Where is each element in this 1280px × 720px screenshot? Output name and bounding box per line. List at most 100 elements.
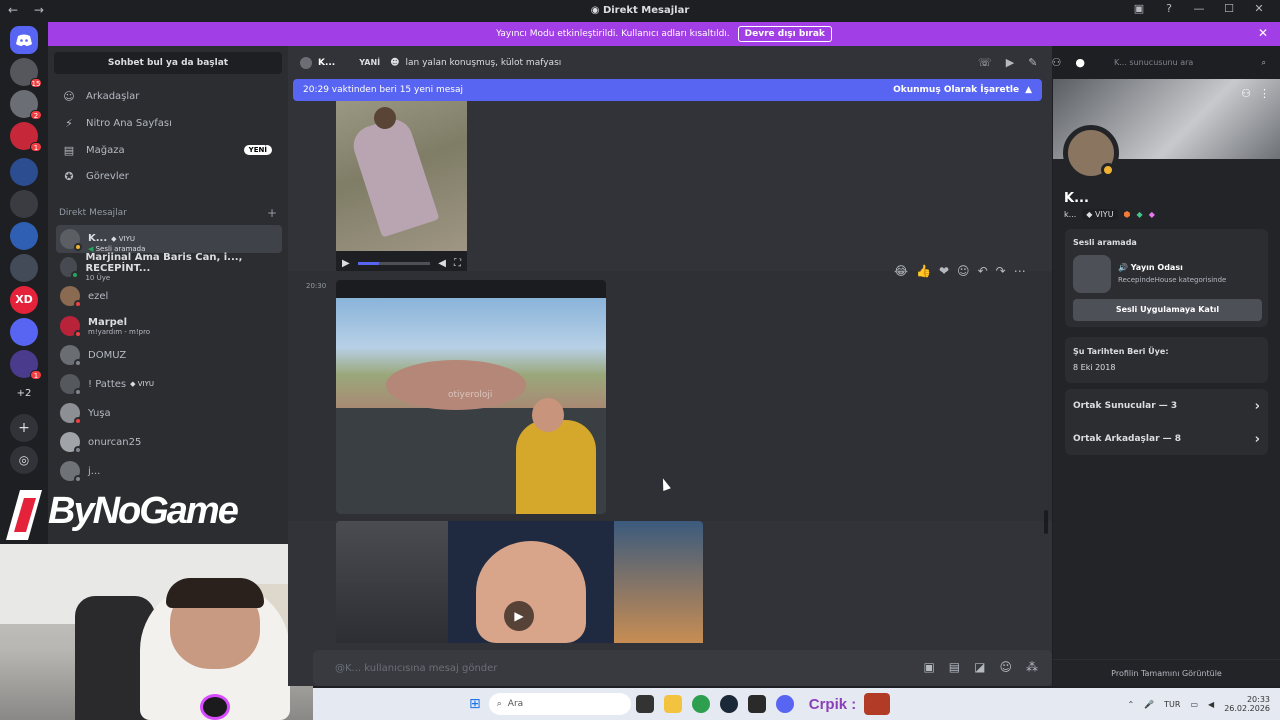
mic-icon[interactable]: 🎤 — [1144, 700, 1154, 709]
more-icon[interactable]: ⋯ — [1014, 264, 1026, 278]
reaction-thumbs-icon[interactable]: 👍 — [916, 264, 931, 278]
discover-icon[interactable]: ◎ — [10, 446, 38, 474]
help-icon[interactable]: ? — [1154, 2, 1184, 15]
fullscreen-icon[interactable]: ⛶ — [454, 258, 461, 269]
nav-nitro[interactable]: ⚡ Nitro Ana Sayfası — [56, 111, 282, 135]
forward-icon[interactable]: ↷ — [996, 264, 1006, 278]
server-icon[interactable]: 15 — [10, 58, 42, 88]
window-title: ◉ Direkt Mesajlar — [0, 5, 1280, 16]
dm-item[interactable]: ezel — [56, 282, 282, 310]
more-servers[interactable]: +2 — [0, 388, 48, 399]
gift-icon[interactable]: ▣ — [923, 660, 934, 674]
taskbar-search[interactable]: ⌕ Ara — [488, 693, 631, 715]
play-icon[interactable]: ▶ — [504, 601, 534, 631]
start-icon[interactable]: ⊞ — [469, 696, 481, 712]
server-icon[interactable]: 1 — [10, 350, 42, 380]
server-icon[interactable] — [10, 318, 38, 346]
reaction-laugh-icon[interactable]: 😂 — [894, 264, 908, 278]
add-friends-icon[interactable]: ⚇ — [1051, 56, 1061, 69]
pin-icon[interactable]: ✎ — [1028, 56, 1037, 69]
quests-icon: ✪ — [64, 169, 74, 183]
mutual-servers-button[interactable]: Ortak Sunucular — 3 › — [1065, 390, 1268, 422]
video-attachment[interactable]: ▶ — [336, 521, 703, 643]
server-icon[interactable] — [10, 158, 38, 186]
server-icon[interactable]: 2 — [10, 90, 42, 120]
new-messages-bar[interactable]: 20:29 vaktinden beri 15 yeni mesaj Okunm… — [293, 79, 1042, 101]
maximize-button[interactable]: ☐ — [1214, 2, 1244, 15]
network-icon[interactable]: ▭ — [1190, 700, 1198, 709]
nav-shop[interactable]: ▤ Mağaza YENİ — [56, 138, 282, 162]
search-placeholder: K... sunucusunu ara — [1114, 58, 1194, 67]
progress-bar[interactable] — [357, 261, 431, 265]
play-icon[interactable]: ▶ — [342, 258, 350, 269]
join-voice-button[interactable]: Sesli Uygulamaya Katıl — [1073, 299, 1262, 321]
video-call-icon[interactable]: ▶ — [1006, 56, 1014, 69]
minimize-button[interactable]: — — [1184, 2, 1214, 15]
app-icon[interactable] — [747, 695, 766, 713]
search-input[interactable]: K... sunucusunu ara ⌕ — [1108, 54, 1272, 71]
close-icon[interactable]: ✕ — [1258, 26, 1268, 40]
server-icon[interactable] — [10, 190, 38, 218]
scrollbar-thumb[interactable] — [1044, 510, 1048, 534]
dm-item[interactable]: DOMUZ — [56, 341, 282, 369]
inbox-icon[interactable]: ▣ — [1124, 2, 1154, 15]
language-indicator[interactable]: TUR — [1164, 700, 1180, 709]
more-icon[interactable]: ⋮ — [1259, 87, 1270, 100]
sticker-icon[interactable]: ◪ — [974, 660, 985, 674]
dm-item[interactable]: Marpel m!yardım - m!pro — [56, 312, 282, 340]
dm-name: ezel — [88, 290, 109, 302]
video-attachment[interactable]: otiyeroloji — [336, 280, 606, 514]
file-explorer-icon[interactable] — [663, 695, 682, 713]
close-button[interactable]: ✕ — [1244, 2, 1274, 15]
mark-as-read-button[interactable]: Okunmuş Olarak İşaretle — [893, 85, 1019, 95]
server-icon[interactable] — [10, 254, 38, 282]
disable-streamer-mode-button[interactable]: Devre dışı bırak — [737, 26, 832, 42]
add-server-icon[interactable]: + — [10, 414, 38, 442]
steam-icon[interactable] — [719, 695, 738, 713]
server-icon[interactable] — [10, 222, 38, 250]
chevron-up-icon[interactable]: ⌃ — [1127, 700, 1134, 709]
create-dm-icon[interactable]: + — [267, 206, 277, 220]
emoji-icon[interactable]: ☺ — [999, 660, 1012, 674]
search-icon: ⌕ — [1261, 58, 1266, 67]
stream-overlay-logo: ByNoGame — [0, 478, 300, 548]
chat-user-name[interactable]: K... — [318, 58, 335, 68]
dm-item[interactable]: Marjinal Ama Baris Can, i..., RECEPİNT..… — [56, 252, 282, 282]
profile-actions: ⚇ ⋮ — [1241, 87, 1270, 100]
dm-item[interactable]: Yuşa — [56, 399, 282, 427]
message-input[interactable]: @K... kullanıcısına mesaj gönder ▣ ▤ ◪ ☺… — [313, 650, 1052, 686]
find-conversation-button[interactable]: Sohbet bul ya da başlat — [54, 52, 282, 74]
chevron-right-icon: › — [1254, 398, 1260, 414]
dm-item[interactable]: onurcan25 — [56, 428, 282, 456]
volume-icon[interactable]: ◀ — [438, 258, 446, 269]
discord-logo-icon — [16, 34, 32, 46]
voice-call-icon[interactable]: ☏ — [978, 56, 992, 69]
add-friend-icon[interactable]: ⚇ — [1241, 87, 1251, 100]
view-full-profile-button[interactable]: Profilin Tamamını Görüntüle — [1053, 659, 1280, 686]
server-icon[interactable]: XD — [10, 286, 38, 314]
unread-badge: 15 — [30, 78, 42, 88]
user-profile-icon[interactable]: ● — [1075, 56, 1085, 69]
add-reaction-icon[interactable]: ☺ — [957, 264, 970, 278]
nav-quests[interactable]: ✪ Görevler — [56, 164, 282, 188]
avatar — [60, 257, 80, 279]
mutual-friends-button[interactable]: Ortak Arkadaşlar — 8 › — [1065, 423, 1268, 455]
home-button[interactable] — [10, 26, 38, 54]
reply-icon[interactable]: ↶ — [978, 264, 988, 278]
dm-item[interactable]: ! Pattes ◆ VIYU — [56, 370, 282, 398]
nav-friends[interactable]: ☺ Arkadaşlar — [56, 84, 282, 108]
clock[interactable]: 20:33 26.02.2026 — [1224, 695, 1270, 713]
dm-section-header: Direkt Mesajlar + — [59, 206, 277, 220]
dm-item[interactable]: K... ◆ VIYU ◀ Sesli aramada — [56, 225, 282, 253]
chrome-icon[interactable] — [691, 695, 710, 713]
reaction-icon[interactable]: ❤ — [939, 264, 949, 278]
apps-icon[interactable]: ⁂ — [1026, 660, 1038, 674]
chat-area: K... YANİ ☻ lan yalan konuşmuş, külot ma… — [288, 46, 1085, 686]
discord-app-icon[interactable] — [775, 695, 794, 713]
discord-icon: ◉ — [590, 5, 603, 16]
server-icon[interactable]: 1 — [10, 122, 42, 152]
taskview-icon[interactable] — [635, 695, 654, 713]
volume-icon[interactable]: ◀ — [1208, 700, 1214, 709]
video-attachment[interactable] — [336, 101, 467, 271]
gif-icon[interactable]: ▤ — [949, 660, 960, 674]
